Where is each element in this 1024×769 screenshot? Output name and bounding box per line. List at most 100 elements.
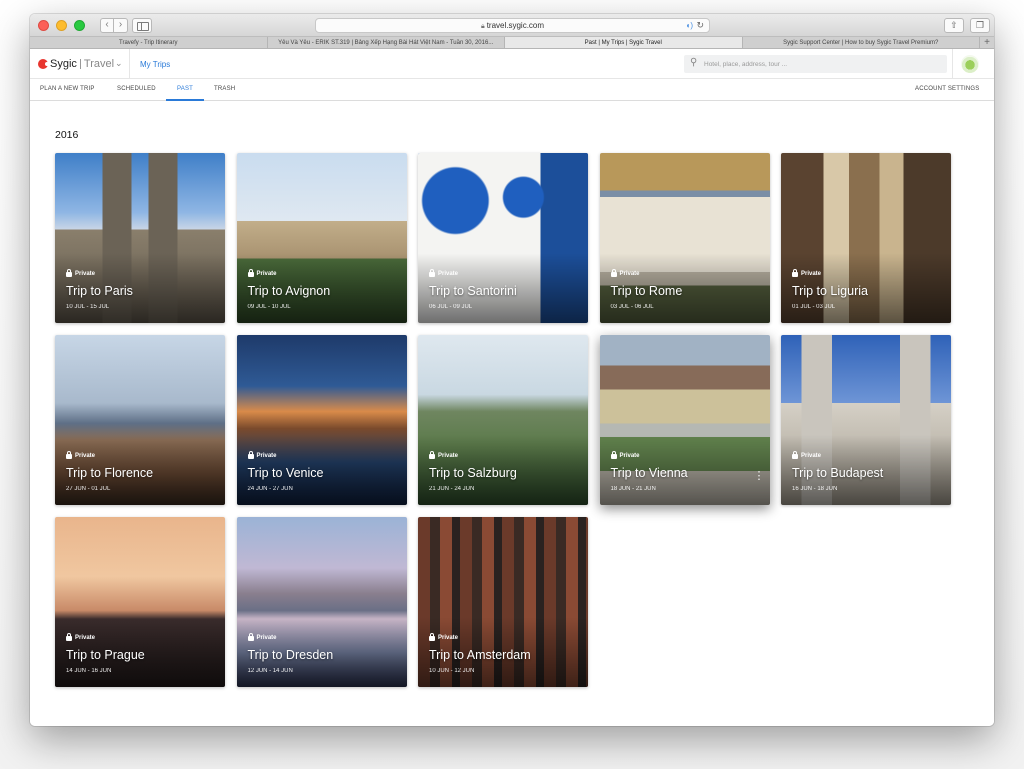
sygic-logo-icon [38, 59, 49, 69]
lock-icon: 🔒︎ [480, 23, 485, 30]
more-options-icon[interactable]: ⋮ [754, 470, 765, 482]
trip-card[interactable]: Private Trip to Santorini 06 JUL - 09 JUL [418, 153, 588, 323]
lock-icon [429, 450, 435, 459]
account-settings-link[interactable]: ACCOUNT SETTINGS [915, 86, 979, 92]
trips-subnav: PLAN A NEW TRIP SCHEDULED PAST TRASH ACC… [30, 79, 994, 101]
close-window-icon[interactable] [38, 20, 49, 31]
trip-title: Trip to Venice [247, 466, 324, 480]
private-badge: Private [610, 450, 640, 459]
private-badge: Private [247, 632, 277, 641]
lock-icon [792, 450, 798, 459]
search-input[interactable] [704, 57, 939, 71]
private-label: Private [619, 453, 640, 459]
active-tab-indicator [166, 99, 204, 101]
logo-product: Travel [83, 58, 115, 70]
lock-icon [247, 632, 254, 641]
trip-dates: 14 JUN - 16 JUN [66, 668, 112, 674]
browser-tab[interactable]: Travefy - Trip Itinerary [30, 37, 268, 48]
private-badge: Private [66, 450, 96, 459]
trip-title: Trip to Amsterdam [429, 648, 531, 662]
trip-card[interactable]: Private Trip to Paris 10 JUL - 15 JUL [55, 153, 225, 323]
sidebar-toggle-icon[interactable] [132, 18, 152, 33]
tab-scheduled[interactable]: SCHEDULED [117, 86, 156, 92]
trip-dates: 10 JUN - 12 JUN [429, 668, 475, 674]
trip-title: Trip to Vienna [610, 466, 688, 480]
window-controls [38, 20, 85, 31]
trip-card[interactable]: Private Trip to Avignon 09 JUL - 10 JUL [236, 153, 407, 323]
trip-title: Trip to Budapest [792, 466, 884, 480]
private-label: Private [75, 271, 96, 277]
logo-divider [79, 59, 81, 69]
private-badge: Private [66, 632, 96, 641]
browser-window: ‹ › 🔒︎ travel.sygic.com ◖) ↻ ⇧ ❐ Travefy … [30, 14, 994, 726]
private-label: Private [256, 271, 277, 277]
logo-brand: Sygic [50, 58, 77, 70]
private-label: Private [256, 453, 277, 459]
forward-arrow-icon[interactable]: › [114, 18, 128, 33]
private-badge: Private [247, 268, 277, 277]
trip-card[interactable]: Private Trip to Vienna 18 JUN - 21 JUN ⋮ [599, 335, 770, 505]
lock-icon [610, 268, 617, 277]
sygic-travel-logo[interactable]: Sygic Travel [38, 58, 114, 70]
private-label: Private [619, 271, 640, 277]
tab-past[interactable]: PAST [177, 86, 193, 92]
my-trips-link[interactable]: My Trips [140, 60, 170, 69]
private-badge: Private [429, 632, 458, 641]
private-label: Private [75, 635, 96, 641]
lock-icon [429, 268, 435, 277]
browser-tab[interactable]: Sygic Support Center | How to buy Sygic … [743, 37, 980, 48]
trip-dates: 03 JUL - 06 JUL [610, 304, 654, 310]
trip-card[interactable]: Private Trip to Rome 03 JUL - 06 JUL [599, 153, 770, 323]
tab-trash[interactable]: TRASH [214, 86, 235, 92]
trip-card[interactable]: Private Trip to Prague 14 JUN - 16 JUN [55, 517, 225, 687]
minimize-window-icon[interactable] [56, 20, 67, 31]
header-divider [129, 49, 130, 79]
private-label: Private [801, 271, 822, 277]
lock-icon [66, 450, 72, 459]
private-label: Private [75, 453, 96, 459]
tab-plan-new-trip[interactable]: PLAN A NEW TRIP [40, 86, 95, 92]
trip-card[interactable]: Private Trip to Liguria 01 JUL - 03 JUL [781, 153, 951, 323]
user-avatar[interactable] [961, 55, 979, 73]
trip-dates: 16 JUN - 18 JUN [792, 486, 838, 492]
trip-dates: 09 JUL - 10 JUL [247, 304, 291, 310]
share-icon[interactable]: ⇧ [944, 18, 964, 33]
address-bar[interactable]: 🔒︎ travel.sygic.com ◖) ↻ [315, 18, 710, 33]
trip-title: Trip to Avignon [247, 284, 331, 298]
year-heading: 2016 [55, 129, 79, 141]
back-arrow-icon[interactable]: ‹ [100, 18, 114, 33]
search-icon: ⚲ [690, 57, 698, 68]
trip-card[interactable]: Private Trip to Dresden 12 JUN - 14 JUN [236, 517, 407, 687]
new-tab-icon[interactable]: + [980, 37, 994, 48]
lock-icon [792, 268, 798, 277]
private-badge: Private [247, 450, 277, 459]
trip-title: Trip to Florence [66, 466, 154, 480]
trip-card[interactable]: Private Trip to Salzburg 21 JUN - 24 JUN [418, 335, 588, 505]
trip-card[interactable]: Private Trip to Amsterdam 10 JUN - 12 JUN [418, 517, 588, 687]
trip-card[interactable]: Private Trip to Florence 27 JUN - 01 JUL [55, 335, 225, 505]
maximize-window-icon[interactable] [74, 20, 85, 31]
private-label: Private [256, 635, 277, 641]
tab-overview-icon[interactable]: ❐ [970, 18, 990, 33]
trip-dates: 01 JUL - 03 JUL [792, 304, 836, 310]
trip-dates: 27 JUN - 01 JUL [66, 486, 111, 492]
trip-title: Trip to Paris [66, 284, 133, 298]
private-label: Private [438, 453, 459, 459]
audio-playing-icon[interactable]: ◖) [686, 19, 694, 32]
browser-tab-active[interactable]: Past | My Trips | Sygic Travel [505, 37, 743, 48]
trip-title: Trip to Rome [610, 284, 683, 298]
trip-title: Trip to Dresden [247, 648, 334, 662]
lock-icon [247, 450, 254, 459]
trip-dates: 06 JUL - 09 JUL [429, 304, 473, 310]
trip-dates: 24 JUN - 27 JUN [247, 486, 293, 492]
trip-card[interactable]: Private Trip to Venice 24 JUN - 27 JUN [236, 335, 407, 505]
private-badge: Private [792, 450, 822, 459]
chevron-down-icon[interactable]: ⌄ [115, 58, 123, 69]
private-badge: Private [429, 450, 459, 459]
browser-tab[interactable]: Yêu Và Yêu - ERIK ST.319 | Bảng Xếp Hạng… [268, 37, 505, 48]
private-label: Private [801, 453, 822, 459]
trip-card[interactable]: Private Trip to Budapest 16 JUN - 18 JUN [781, 335, 951, 505]
reload-icon[interactable]: ↻ [696, 19, 704, 32]
search-box: ⚲ [684, 55, 947, 73]
trip-dates: 12 JUN - 14 JUN [247, 668, 293, 674]
